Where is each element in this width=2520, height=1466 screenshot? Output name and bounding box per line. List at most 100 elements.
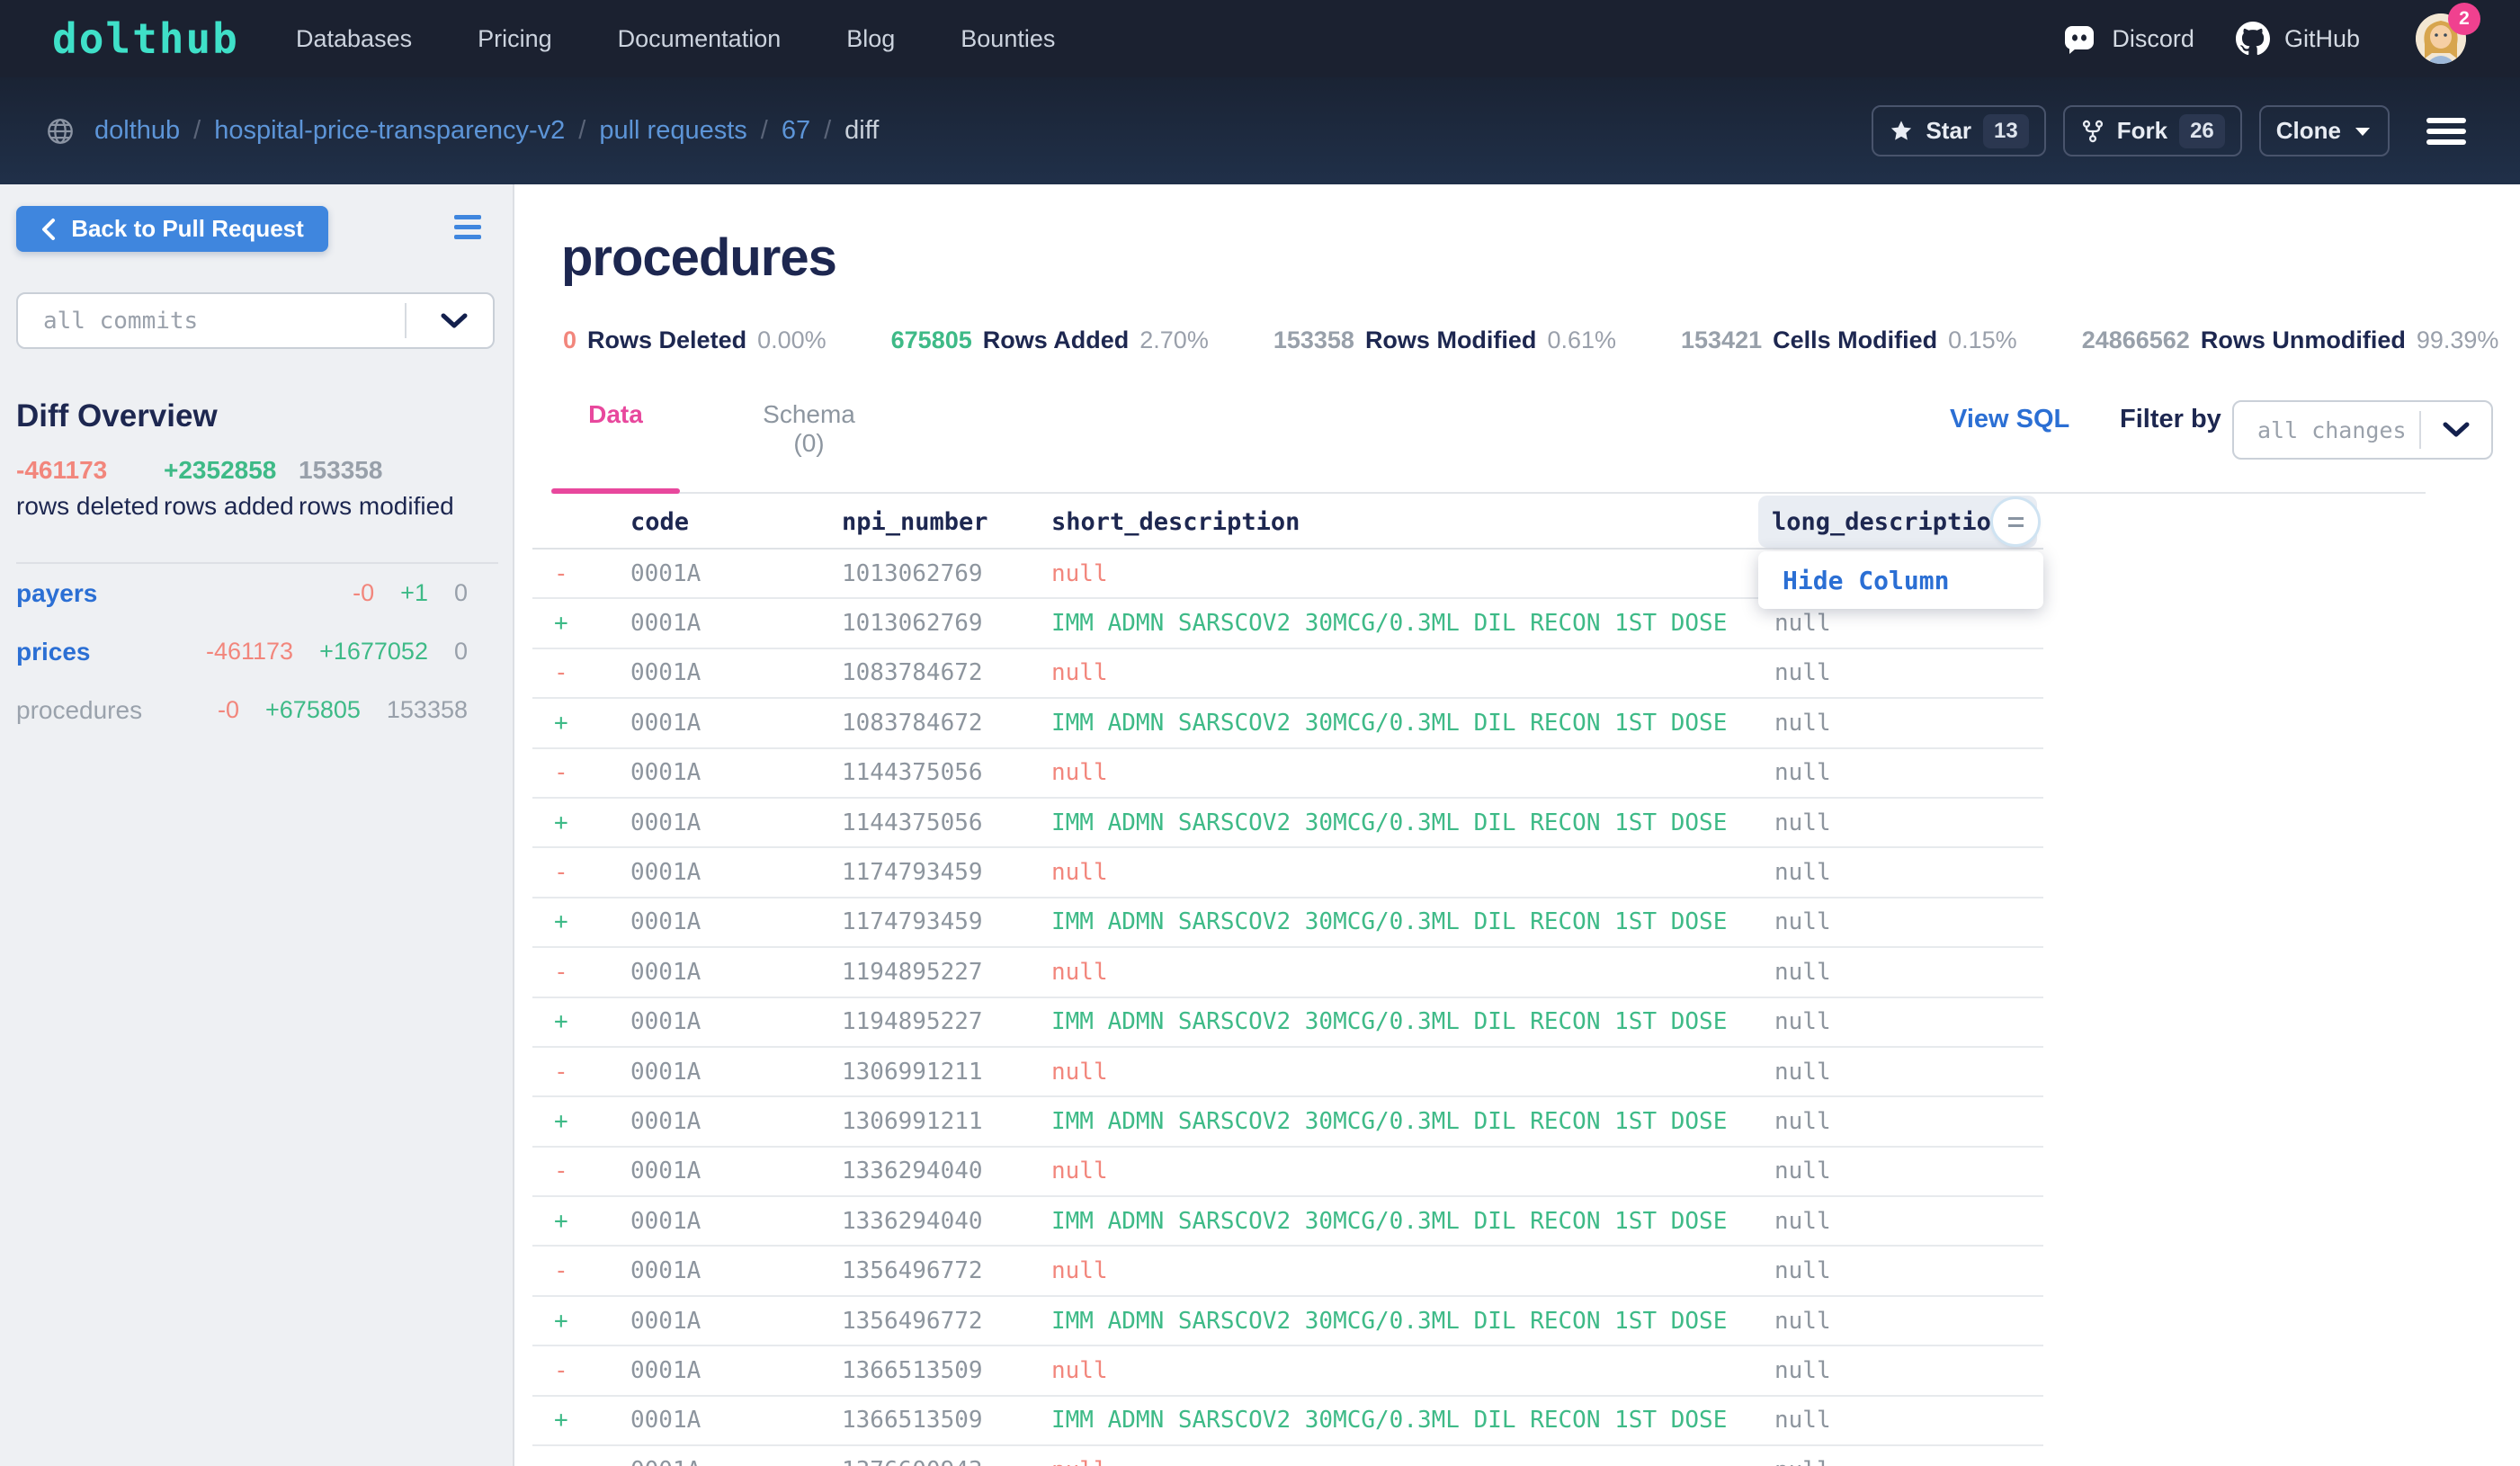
diff-sign-cell: - — [532, 959, 630, 986]
tabs-baseline — [551, 492, 2426, 494]
code-cell: 0001A — [630, 1257, 842, 1284]
breadcrumb-item[interactable]: diff — [844, 116, 879, 146]
short-description-cell: null — [1051, 1257, 1774, 1284]
nav-right: Discord GitHub — [2061, 0, 2466, 77]
back-to-pull-request-button[interactable]: Back to Pull Request — [16, 206, 328, 252]
npi-number-cell: 1336294040 — [842, 1208, 1051, 1235]
diff-sign-cell: + — [532, 1308, 630, 1335]
diff-sign-cell: - — [532, 659, 630, 686]
long-description-cell: null — [1774, 1407, 2043, 1434]
table-row: - 0001A 1366513509 null null — [532, 1346, 2043, 1396]
code-cell: 0001A — [630, 610, 842, 637]
fork-button[interactable]: Fork 26 — [2063, 105, 2242, 156]
table-row: - 0001A 1306991211 null null — [532, 1048, 2043, 1097]
nav-link[interactable]: Bounties — [961, 25, 1055, 53]
long-description-cell: null — [1774, 1208, 2043, 1235]
npi-number-cell: 1013062769 — [842, 560, 1051, 587]
breadcrumb-item[interactable]: dolthub — [94, 116, 180, 146]
long-description-cell: null — [1774, 1257, 2043, 1284]
star-label: Star — [1926, 117, 1971, 145]
diff-sign-cell: + — [532, 1108, 630, 1135]
short-description-cell: IMM ADMN SARSCOV2 30MCG/0.3ML DIL RECON … — [1051, 1407, 1774, 1434]
diff-sign-cell: - — [532, 1059, 630, 1086]
long-description-cell: null — [1774, 1357, 2043, 1384]
diff-stats-row: 0 Rows Deleted 0.00% 675805 Rows Added 2… — [563, 326, 2498, 354]
table-row: - 0001A 1144375056 null null — [532, 749, 2043, 799]
table-name[interactable]: procedures — [16, 696, 218, 725]
table-name[interactable]: prices — [16, 638, 206, 666]
github-link[interactable]: GitHub — [2236, 22, 2360, 56]
breadcrumb: dolthub / hospital-price-transparency-v2… — [45, 77, 892, 184]
discord-link[interactable]: Discord — [2061, 22, 2194, 55]
sidebar-table-row[interactable]: prices -461173 +1677052 0 — [16, 622, 468, 681]
tab-schema[interactable]: Schema (0) — [747, 400, 871, 458]
table-diff-counts: -461173 +1677052 0 — [206, 638, 468, 666]
fork-icon — [2080, 119, 2105, 144]
star-button[interactable]: Star 13 — [1872, 105, 2045, 156]
short-description-cell: null — [1051, 1059, 1774, 1086]
breadcrumb-item[interactable]: hospital-price-transparency-v2 — [214, 116, 565, 146]
user-avatar[interactable]: 2 — [2416, 13, 2466, 64]
stat-percent: 0.61% — [1547, 326, 1616, 354]
npi-number-cell: 1306991211 — [842, 1108, 1051, 1135]
stat-value: 675805 — [891, 326, 972, 354]
breadcrumb-item[interactable]: 67 — [782, 116, 810, 146]
table-row: + 0001A 1144375056 IMM ADMN SARSCOV2 30M… — [532, 799, 2043, 848]
view-sql-link[interactable]: View SQL — [1950, 405, 2069, 434]
nav-link[interactable]: Documentation — [618, 25, 782, 53]
breadcrumb-items: dolthub / hospital-price-transparency-v2… — [94, 116, 892, 146]
tab-data[interactable]: Data — [551, 400, 680, 429]
npi-number-cell: 1144375056 — [842, 809, 1051, 836]
column-menu-button[interactable] — [1993, 499, 2038, 544]
filter-dropdown[interactable]: all changes — [2232, 400, 2493, 460]
npi-number-cell: 1144375056 — [842, 759, 1051, 786]
diff-sign-cell: - — [532, 859, 630, 886]
npi-number-cell: 1356496772 — [842, 1308, 1051, 1335]
filter-dropdown-value: all changes — [2234, 417, 2407, 443]
stat-percent: 0.00% — [757, 326, 827, 354]
code-cell: 0001A — [630, 659, 842, 686]
notification-badge[interactable]: 2 — [2448, 3, 2480, 35]
breadcrumb-separator: / — [578, 116, 585, 146]
discord-icon — [2061, 22, 2097, 55]
diff-sign-cell: + — [532, 908, 630, 935]
nav-menu-icon[interactable] — [2426, 118, 2466, 145]
dolthub-logo[interactable]: dolthub — [52, 14, 239, 63]
table-body: - 0001A 1013062769 null null + 0001A 101… — [532, 548, 2043, 1466]
table-row: - 0001A 1194895227 null null — [532, 948, 2043, 997]
commits-dropdown[interactable]: all commits — [16, 292, 495, 349]
added-count: +1677052 — [319, 638, 428, 666]
added-count: +675805 — [265, 696, 361, 724]
short-description-cell: IMM ADMN SARSCOV2 30MCG/0.3ML DIL RECON … — [1051, 908, 1774, 935]
code-cell: 0001A — [630, 1308, 842, 1335]
nav-link[interactable]: Pricing — [478, 25, 552, 53]
short-description-cell: null — [1051, 659, 1774, 686]
sidebar-menu-icon[interactable] — [454, 215, 481, 239]
stat-label: Rows Unmodified — [2201, 326, 2406, 354]
breadcrumb-item[interactable]: pull requests — [599, 116, 746, 146]
column-header-short-description: short_description — [1051, 508, 1774, 536]
stat-value: 153421 — [1681, 326, 1762, 354]
nav-link[interactable]: Databases — [296, 25, 412, 53]
chevron-down-icon — [2443, 422, 2470, 438]
diff-overview-title: Diff Overview — [16, 398, 218, 434]
breadcrumb-separator: / — [761, 116, 768, 146]
npi-number-cell: 1194895227 — [842, 959, 1051, 986]
sidebar-table-row[interactable]: procedures -0 +675805 153358 — [16, 681, 468, 739]
nav-link[interactable]: Blog — [846, 25, 895, 53]
hide-column-menu-item[interactable]: Hide Column — [1783, 566, 1949, 595]
chevron-left-icon — [40, 218, 57, 241]
diff-sign-cell: - — [532, 560, 630, 587]
npi-number-cell: 1013062769 — [842, 610, 1051, 637]
npi-number-cell: 1194895227 — [842, 1008, 1051, 1035]
sidebar-table-row[interactable]: payers -0 +1 0 — [16, 564, 468, 622]
clone-button[interactable]: Clone — [2259, 105, 2390, 156]
code-cell: 0001A — [630, 809, 842, 836]
npi-number-cell: 1174793459 — [842, 908, 1051, 935]
star-count: 13 — [1983, 114, 2029, 148]
table-name[interactable]: payers — [16, 579, 353, 608]
breadcrumb-bar: dolthub / hospital-price-transparency-v2… — [0, 77, 2520, 184]
long-description-cell: null — [1774, 659, 2043, 686]
table-header-row: code npi_number short_description long_d… — [532, 496, 2043, 548]
code-cell: 0001A — [630, 560, 842, 587]
